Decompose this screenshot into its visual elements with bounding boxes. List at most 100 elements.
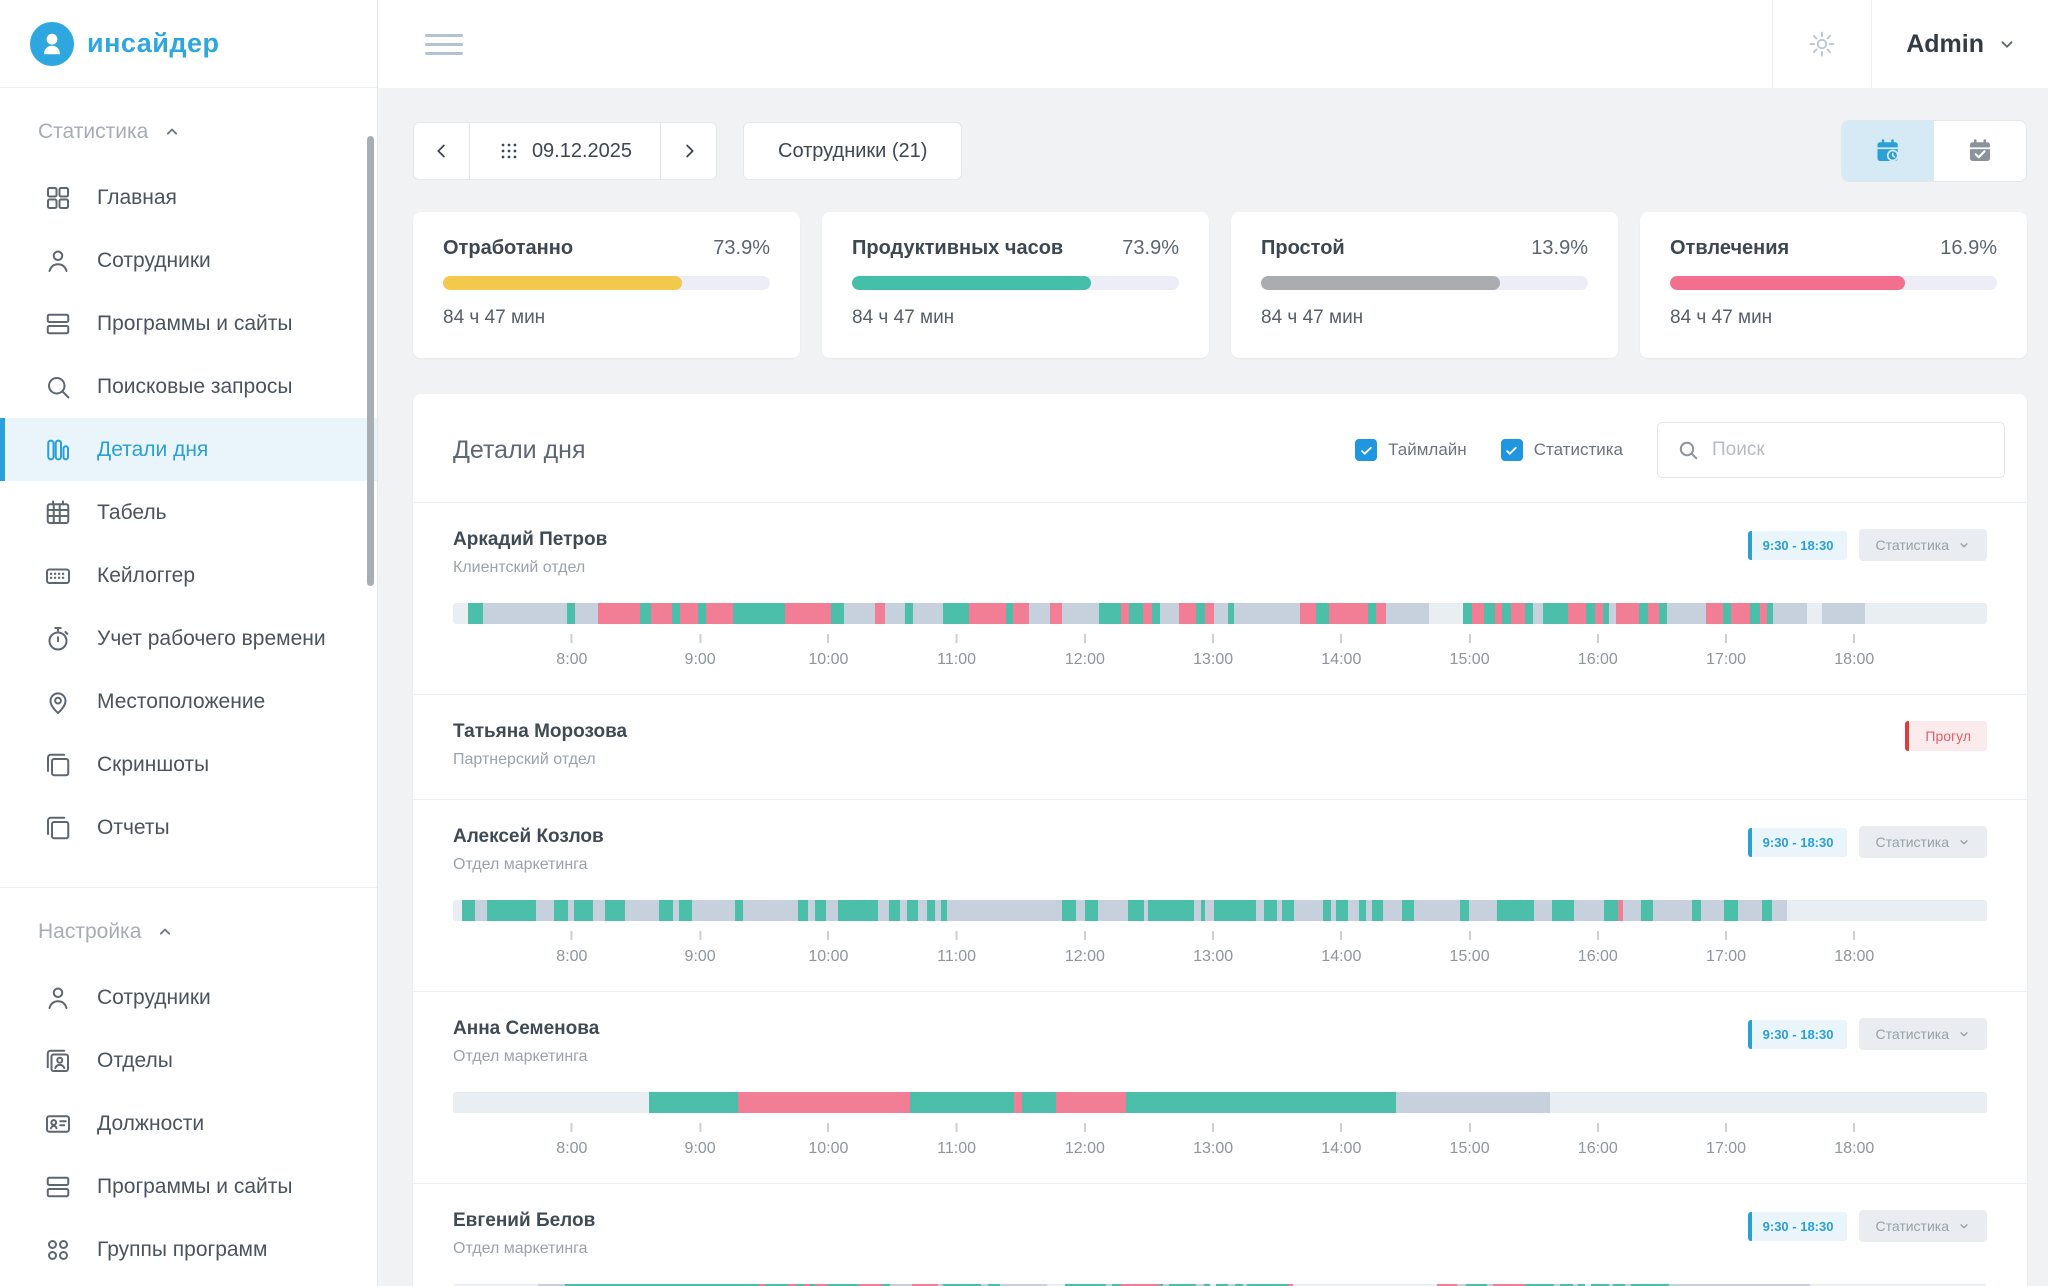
timeline-segment[interactable]	[1543, 603, 1567, 624]
timeline-segment[interactable]	[575, 603, 598, 624]
timeline-segment[interactable]	[875, 603, 886, 624]
timeline-segment[interactable]	[692, 900, 735, 921]
sidebar-item-сотрудники[interactable]: Сотрудники	[0, 229, 377, 292]
timeline-segment[interactable]	[885, 603, 905, 624]
timeline-segment[interactable]	[1386, 603, 1429, 624]
section-toggle-настройка[interactable]: Настройка	[0, 920, 377, 944]
timeline-segment[interactable]	[698, 603, 706, 624]
timeline-segment[interactable]	[567, 603, 575, 624]
sidebar-item-скриншоты[interactable]: Скриншоты	[0, 733, 377, 796]
timeline-segment[interactable]	[1006, 603, 1014, 624]
timeline-segment[interactable]	[659, 900, 673, 921]
timeline-segment[interactable]	[1085, 900, 1097, 921]
timeline-segment[interactable]	[468, 603, 483, 624]
timeline-segment[interactable]	[453, 1092, 649, 1113]
timeline-segment[interactable]	[1463, 603, 1472, 624]
timeline-segment[interactable]	[672, 603, 680, 624]
timeline-segment[interactable]	[1383, 900, 1401, 921]
timeline-segment[interactable]	[1121, 603, 1129, 624]
timeline-segment[interactable]	[483, 603, 567, 624]
timeline-segment[interactable]	[1822, 603, 1865, 624]
timeline-segment[interactable]	[943, 603, 969, 624]
timeline-segment[interactable]	[1076, 900, 1085, 921]
timeline-segment[interactable]	[1772, 900, 1787, 921]
timeline-segment[interactable]	[1706, 603, 1723, 624]
timeline-segment[interactable]	[733, 603, 785, 624]
timeline-segment[interactable]	[1550, 1092, 1987, 1113]
timeline-segment[interactable]	[1604, 900, 1618, 921]
timeline-segment[interactable]	[1205, 603, 1214, 624]
timeline-segment[interactable]	[1205, 900, 1214, 921]
sidebar-item-сотрудники[interactable]: Сотрудники	[0, 966, 377, 1029]
timeline-segment[interactable]	[1502, 603, 1511, 624]
timeline-segment[interactable]	[900, 900, 908, 921]
timeline-segment[interactable]	[815, 900, 826, 921]
timeline-segment[interactable]	[1472, 603, 1484, 624]
sidebar-item-отделы[interactable]: Отделы	[0, 1029, 377, 1092]
timeline-segment[interactable]	[1214, 603, 1228, 624]
timeline-segment[interactable]	[1062, 900, 1076, 921]
timeline-segment[interactable]	[844, 603, 874, 624]
timeline-segment[interactable]	[605, 900, 625, 921]
timeline-segment[interactable]	[1641, 900, 1653, 921]
timeline-segment[interactable]	[738, 1092, 910, 1113]
timeline-segment[interactable]	[1731, 603, 1751, 624]
timeline-segment[interactable]	[1256, 900, 1264, 921]
timeline-segment[interactable]	[1659, 603, 1667, 624]
timeline-segment[interactable]	[1595, 603, 1603, 624]
timeline-segment[interactable]	[1062, 603, 1099, 624]
timeline-segment[interactable]	[1336, 900, 1348, 921]
timeline-segment[interactable]	[1029, 603, 1050, 624]
sidebar-item-главная[interactable]: Главная	[0, 166, 377, 229]
timeline-segment[interactable]	[1160, 603, 1180, 624]
timeline-segment[interactable]	[1014, 1092, 1022, 1113]
timeline-segment[interactable]	[651, 603, 672, 624]
sidebar-item-табель[interactable]: Табель	[0, 481, 377, 544]
timeline-segment[interactable]	[1623, 900, 1641, 921]
timeline-segment[interactable]	[1773, 603, 1807, 624]
timeline-segment[interactable]	[798, 900, 807, 921]
timeline-segment[interactable]	[808, 900, 816, 921]
timeline-segment[interactable]	[1724, 900, 1738, 921]
timeline-segment[interactable]	[1865, 603, 1987, 624]
timeline-segment[interactable]	[1316, 603, 1328, 624]
timeline-segment[interactable]	[1359, 900, 1367, 921]
sidebar-item-детали-дня[interactable]: Детали дня	[0, 418, 377, 481]
hamburger-menu-icon[interactable]	[425, 34, 463, 55]
timeline-segment[interactable]	[1300, 603, 1317, 624]
timeline-segment[interactable]	[913, 603, 943, 624]
timeline-segment[interactable]	[1653, 900, 1691, 921]
timeline-segment[interactable]	[1497, 900, 1534, 921]
timeline-segment[interactable]	[453, 900, 462, 921]
timeline-segment[interactable]	[1750, 603, 1759, 624]
next-day-button[interactable]	[661, 122, 717, 180]
timeline-segment[interactable]	[1639, 603, 1648, 624]
timeline-segment[interactable]	[1616, 603, 1639, 624]
timeline-segment[interactable]	[1196, 603, 1205, 624]
timeline-segment[interactable]	[1692, 900, 1701, 921]
timeline-segment[interactable]	[462, 900, 474, 921]
timeline-segment[interactable]	[831, 603, 845, 624]
timeline-segment[interactable]	[487, 900, 536, 921]
timeline-segment[interactable]	[640, 603, 651, 624]
brand-logo[interactable]: инсайдер	[0, 0, 377, 88]
timeline-segment[interactable]	[947, 900, 1062, 921]
timeline-segment[interactable]	[918, 900, 927, 921]
timeline-segment[interactable]	[969, 603, 1006, 624]
timeline-segment[interactable]	[1762, 900, 1771, 921]
timeline-segment[interactable]	[1099, 603, 1122, 624]
sidebar-item-группы-программ[interactable]: Группы программ	[0, 1218, 377, 1281]
timeline-segment[interactable]	[1511, 603, 1525, 624]
timeline-segment[interactable]	[1586, 603, 1595, 624]
timeline-segment[interactable]	[1179, 603, 1196, 624]
timeline-segment[interactable]	[1282, 900, 1294, 921]
timeline-segment[interactable]	[1648, 603, 1659, 624]
row-statistics-dropdown[interactable]: Статистика	[1859, 1018, 1987, 1050]
timeline-segment[interactable]	[1126, 1092, 1396, 1113]
timeline-segment[interactable]	[1128, 900, 1143, 921]
timeline-segment[interactable]	[1129, 603, 1143, 624]
timeline-segment[interactable]	[785, 603, 831, 624]
sidebar-item-программы-и-сайты[interactable]: Программы и сайты	[0, 1155, 377, 1218]
sidebar-scrollbar[interactable]	[367, 136, 374, 586]
sidebar-item-кейлоггер[interactable]: Кейлоггер	[0, 544, 377, 607]
